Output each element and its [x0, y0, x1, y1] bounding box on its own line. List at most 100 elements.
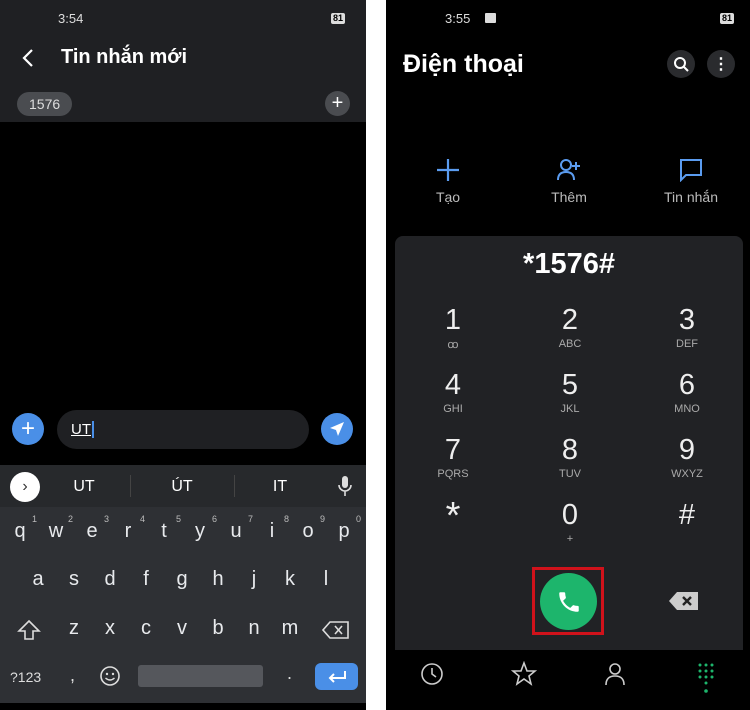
- dial-key-3[interactable]: 3 DEF: [629, 304, 745, 350]
- key-r[interactable]: r4: [113, 514, 145, 543]
- key-v[interactable]: v: [167, 617, 197, 640]
- create-contact-button[interactable]: Tạo: [398, 158, 498, 205]
- add-contact-icon: [557, 159, 580, 181]
- key-e[interactable]: e3: [77, 514, 109, 543]
- expand-toolbar-button[interactable]: ›: [10, 472, 40, 502]
- more-vertical-icon: ⋮: [713, 56, 729, 73]
- page-title: Điện thoại: [403, 50, 524, 78]
- send-icon: [330, 422, 344, 436]
- key-g[interactable]: g: [167, 568, 197, 591]
- dial-key-8[interactable]: 8 TUV: [512, 434, 628, 480]
- key-m[interactable]: m: [275, 617, 305, 640]
- key-c[interactable]: c: [131, 617, 161, 640]
- key-f[interactable]: f: [131, 568, 161, 591]
- key-p[interactable]: p0: [329, 514, 361, 543]
- contacts-icon[interactable]: [604, 662, 626, 686]
- add-to-contact-button[interactable]: Thêm: [519, 158, 619, 205]
- dial-digit: 7: [444, 434, 462, 466]
- key-i[interactable]: i8: [257, 514, 289, 543]
- space-key[interactable]: [138, 665, 263, 687]
- keyboard: › UT ÚT IT q1w2e3r4t5y6u7i8o9p0 asdfghjk…: [0, 465, 366, 703]
- recents-icon[interactable]: [420, 662, 444, 686]
- key-hint: 2: [67, 514, 73, 524]
- dial-digit: 3: [678, 304, 696, 336]
- key-letter: o: [302, 520, 314, 542]
- key-a[interactable]: a: [23, 568, 53, 591]
- dial-key-*[interactable]: *: [395, 497, 511, 535]
- period-key[interactable]: .: [287, 663, 292, 684]
- dial-letters: ꝏ: [447, 339, 459, 351]
- dial-key-9[interactable]: 9 WXYZ: [629, 434, 745, 480]
- key-x[interactable]: x: [95, 617, 125, 640]
- key-t[interactable]: t5: [149, 514, 181, 543]
- dial-key-7[interactable]: 7 PQRS: [395, 434, 511, 480]
- dial-key-6[interactable]: 6 MNO: [629, 369, 745, 415]
- attach-button[interactable]: +: [12, 413, 44, 445]
- suggestion[interactable]: UT: [52, 478, 116, 496]
- favorites-icon[interactable]: [511, 661, 537, 687]
- key-b[interactable]: b: [203, 617, 233, 640]
- key-w[interactable]: w2: [41, 514, 73, 543]
- suggestion[interactable]: ÚT: [150, 478, 214, 496]
- key-l[interactable]: l: [311, 568, 341, 591]
- dial-letters: TUV: [559, 468, 581, 480]
- key-h[interactable]: h: [203, 568, 233, 591]
- key-s[interactable]: s: [59, 568, 89, 591]
- messages-screen: 3:54 81 Tin nhắn mới 1576 + + UT › UT ÚT…: [0, 0, 366, 710]
- key-letter: r: [124, 520, 132, 542]
- dial-digit: 1: [444, 304, 462, 336]
- dialpad-panel: *1576# 1 ꝏ 2 ABC 3 DEF 4 GHI 5 JKL 6 MNO 7 PQRS 8 TUV 9 W…: [395, 236, 743, 650]
- suggestion[interactable]: IT: [248, 478, 312, 496]
- dial-letters: JKL: [560, 403, 580, 415]
- key-letter: u: [230, 520, 242, 542]
- key-hint: 6: [211, 514, 217, 524]
- call-button[interactable]: [540, 573, 597, 630]
- dial-key-0[interactable]: 0 +: [512, 499, 628, 545]
- back-icon[interactable]: [20, 48, 36, 68]
- send-message-button[interactable]: Tin nhắn: [641, 158, 741, 205]
- divider: [130, 475, 131, 497]
- send-button[interactable]: [321, 413, 353, 445]
- symbols-key[interactable]: ?123: [10, 669, 41, 685]
- message-input[interactable]: UT: [57, 410, 309, 449]
- microphone-icon[interactable]: [337, 475, 353, 497]
- add-recipient-button[interactable]: +: [325, 91, 350, 116]
- plus-icon: +: [331, 92, 344, 114]
- key-k[interactable]: k: [275, 568, 305, 591]
- recipient-chip[interactable]: 1576: [17, 92, 73, 116]
- key-letter: t: [161, 520, 167, 542]
- dial-letters: GHI: [443, 403, 463, 415]
- action-label: Tin nhắn: [664, 189, 718, 205]
- search-icon: [674, 57, 689, 72]
- key-letter: q: [14, 520, 26, 542]
- action-label: Tạo: [435, 189, 461, 205]
- dial-key-1[interactable]: 1ꝏ: [395, 304, 511, 351]
- key-u[interactable]: u7: [221, 514, 253, 543]
- dial-key-5[interactable]: 5 JKL: [512, 369, 628, 415]
- dialed-number[interactable]: *1576#: [395, 248, 743, 281]
- dial-letters: MNO: [674, 403, 700, 415]
- emoji-key[interactable]: [99, 665, 121, 687]
- key-y[interactable]: y6: [185, 514, 217, 543]
- backspace-key[interactable]: [322, 620, 350, 640]
- key-o[interactable]: o9: [293, 514, 325, 543]
- suggestion-bar: › UT ÚT IT: [0, 465, 366, 507]
- key-hint: 7: [247, 514, 253, 524]
- key-d[interactable]: d: [95, 568, 125, 591]
- more-options-button[interactable]: ⋮: [707, 50, 735, 78]
- key-n[interactable]: n: [239, 617, 269, 640]
- backspace-button[interactable]: [669, 591, 699, 611]
- search-button[interactable]: [667, 50, 695, 78]
- dial-key-#[interactable]: #: [629, 499, 745, 533]
- shift-key[interactable]: [17, 619, 41, 641]
- enter-key[interactable]: [315, 663, 358, 690]
- dial-key-4[interactable]: 4 GHI: [395, 369, 511, 415]
- keypad-icon[interactable]: [697, 662, 715, 694]
- key-z[interactable]: z: [59, 617, 89, 640]
- key-hint: 5: [175, 514, 181, 524]
- comma-key[interactable]: ,: [70, 665, 75, 686]
- dial-key-2[interactable]: 2 ABC: [512, 304, 628, 350]
- key-q[interactable]: q1: [5, 514, 37, 543]
- key-j[interactable]: j: [239, 568, 269, 591]
- battery-indicator: 81: [720, 13, 735, 24]
